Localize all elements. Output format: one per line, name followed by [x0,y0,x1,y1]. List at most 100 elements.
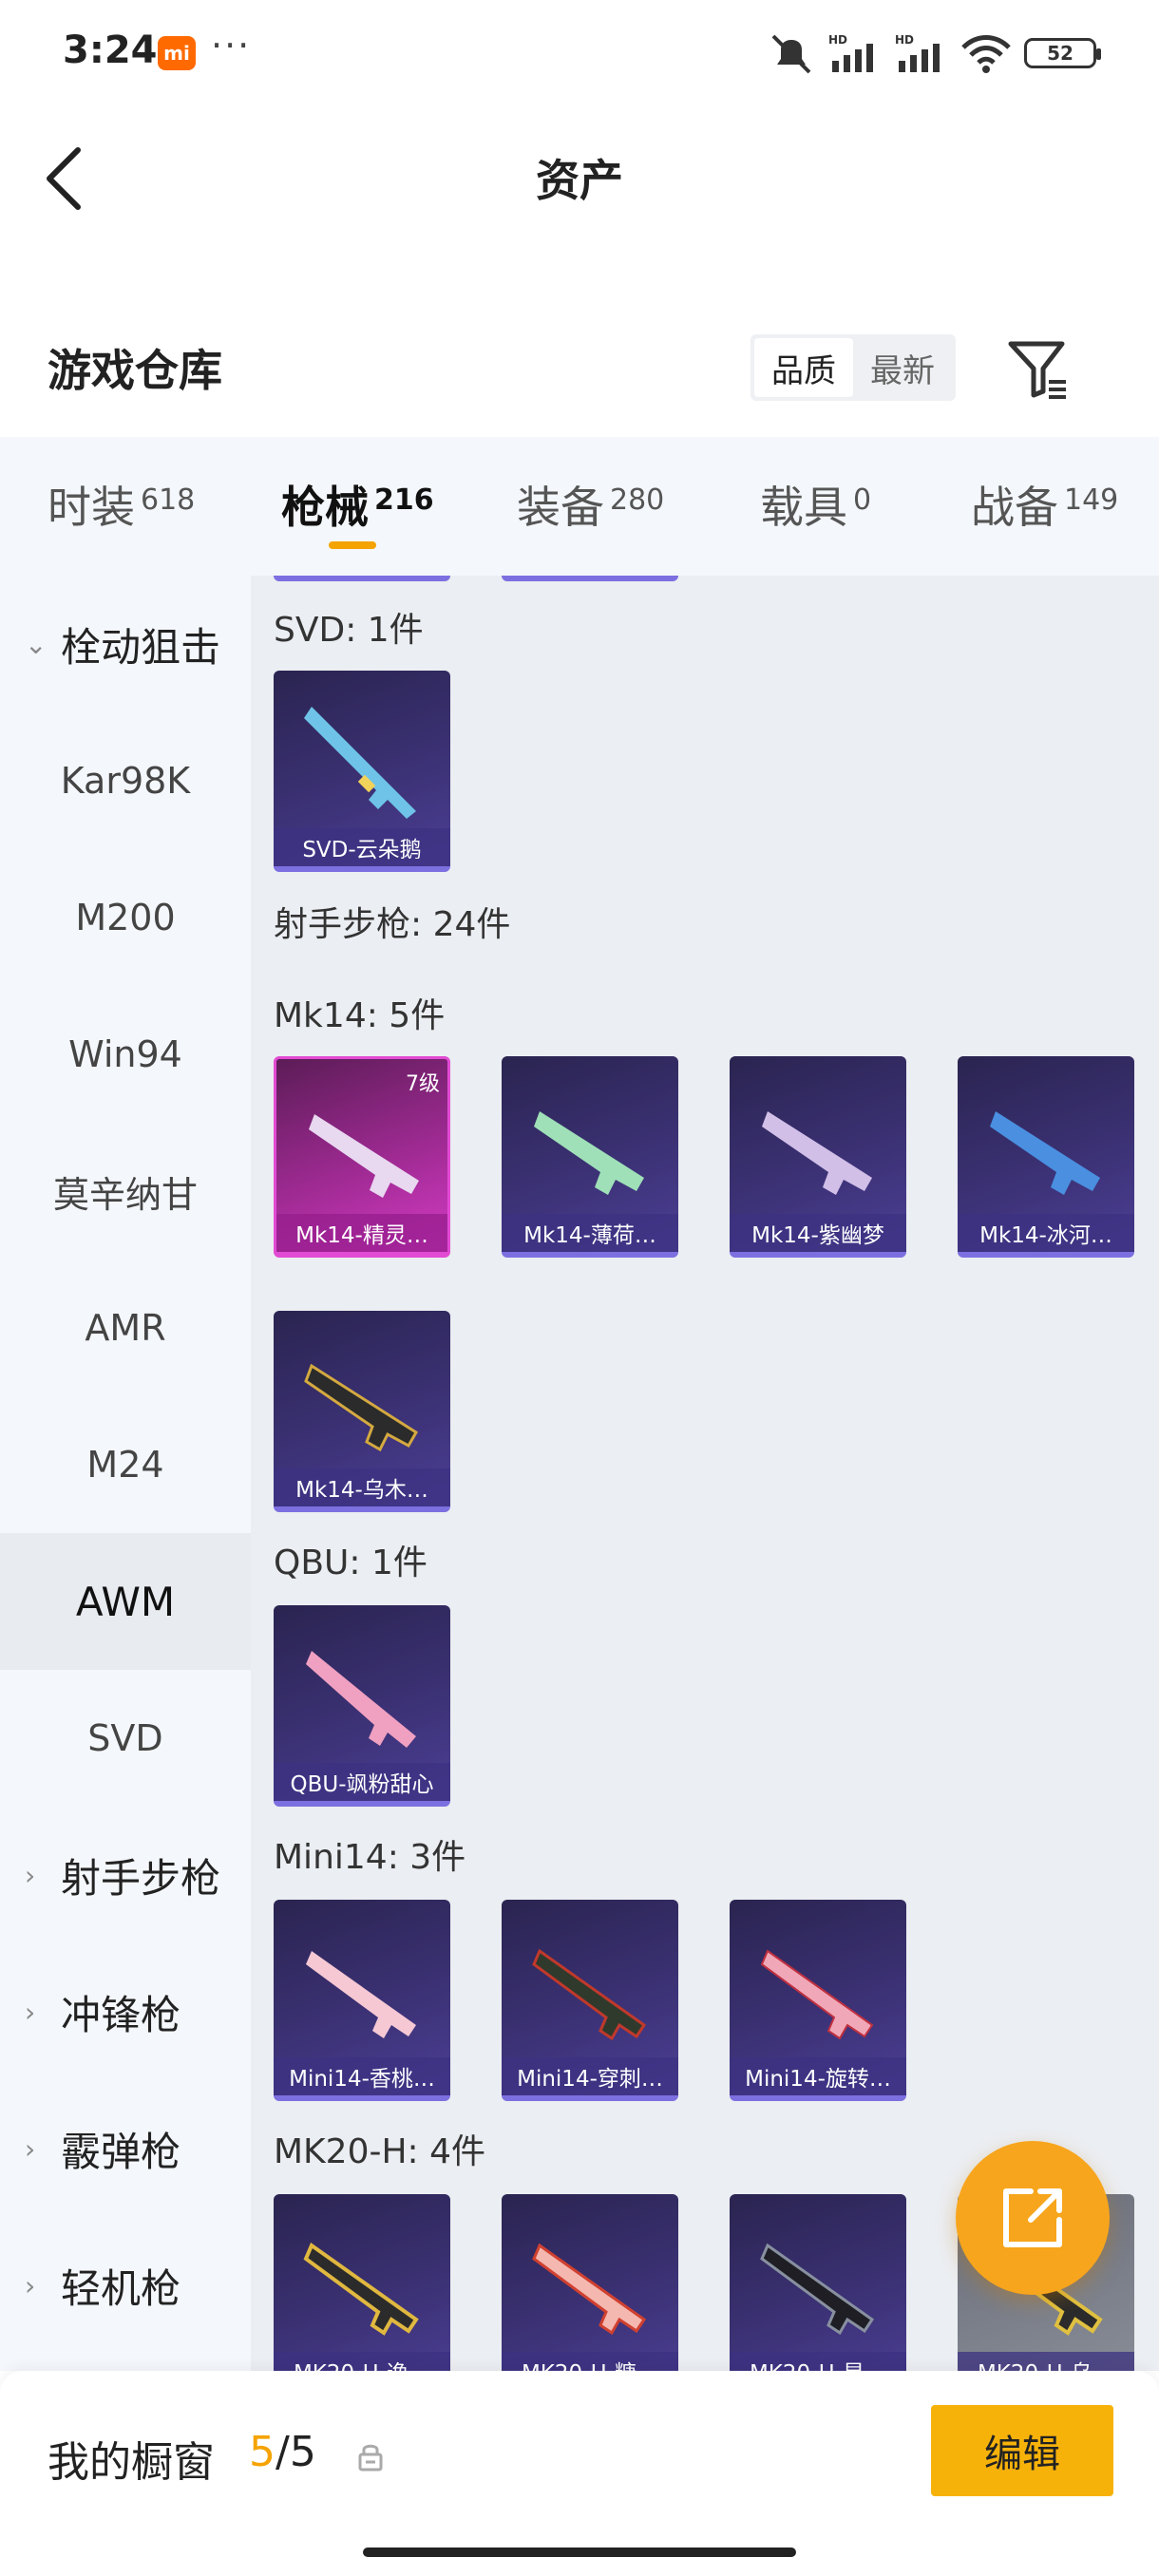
item-card[interactable]: MK20-H-星… [730,2194,906,2371]
category-tabs: 时装 618 枪械 216 装备 280 载具 0 战备 149 [0,437,1159,576]
edit-button[interactable]: 编辑 [931,2405,1113,2496]
share-fab[interactable] [956,2141,1110,2295]
item-card-label: Mini14-穿刺… [502,2057,678,2095]
item-card-label: Mk14-紫幽梦 [730,1214,906,1252]
sidebar-group-shotgun[interactable]: › 霰弹枪 [0,2080,251,2217]
share-icon [1003,2188,1062,2247]
sidebar-group-bolt-action[interactable]: ⌄ 栓动狙击 [0,576,251,712]
warehouse-row: 游戏仓库 品质 最新 [0,313,1159,418]
item-card[interactable]: SVD-云朵鹅 [274,671,450,872]
item-card[interactable]: Mini14-穿刺… [502,1900,678,2101]
sidebar-item-svd[interactable]: SVD [0,1670,251,1807]
page-title: 资产 [536,155,623,206]
svg-text:HD: HD [895,33,914,47]
tab-label: 装备 [517,482,604,533]
chevron-right-icon: › [25,1996,36,2028]
showcase-count-sep: / [276,2428,290,2476]
item-card[interactable]: QBU-飒粉甜心 [274,1605,450,1807]
sidebar-item-label: 栓动狙击 [61,623,221,671]
tab-combat-gear[interactable]: 战备 149 [971,473,1118,536]
tab-fashion[interactable]: 时装 618 [48,473,195,536]
more-notifications-icon: ··· [211,25,252,66]
showcase-count-total: 5 [289,2428,316,2476]
sidebar-item-label: 莫辛纳甘 [52,1173,198,1216]
tab-label: 时装 [48,482,135,533]
mi-app-icon: mi [158,36,196,70]
tab-count: 280 [610,483,665,517]
sort-newest-button[interactable]: 最新 [853,338,952,397]
item-card-label: MK20-H-逸… [274,2352,450,2371]
signal-hd-1-icon: HD [828,33,873,72]
sidebar-item-win94[interactable]: Win94 [0,986,251,1123]
sidebar-item-label: SVD [87,1717,163,1759]
item-card-partial[interactable] [274,576,450,581]
filter-button[interactable] [1007,338,1070,401]
item-card-label: Mk14-薄荷… [502,1214,678,1252]
item-card-partial[interactable] [502,576,678,581]
item-card[interactable]: Mini14-香桃… [274,1900,450,2101]
item-card[interactable]: Mk14-冰河… [958,1056,1134,1258]
item-card[interactable]: Mini14-旋转… [730,1900,906,2101]
active-tab-indicator [329,541,376,549]
sidebar-group-lmg[interactable]: › 轻机枪 [0,2217,251,2354]
sidebar-item-label: M24 [86,1444,164,1486]
rifle-icon [534,1111,644,1195]
filter-icon [1008,341,1066,399]
item-card[interactable]: 7级 Mk14-精灵… [274,1056,450,1258]
item-card-label: MK20-H-乌… [958,2352,1134,2371]
section-label-qbu: QBU: 1件 [274,1544,428,1582]
tab-count: 0 [853,483,872,517]
sidebar-item-kar98k[interactable]: Kar98K [0,712,251,849]
tab-count: 216 [374,483,434,517]
section-label-marksman: 射手步枪: 24件 [274,905,511,944]
item-card[interactable]: Mk14-乌木… [274,1311,450,1512]
sort-quality-button[interactable]: 品质 [754,338,853,397]
tab-count: 149 [1064,483,1119,517]
item-card-label: MK20-H-糖… [502,2352,678,2371]
item-card-label: Mk14-冰河… [958,1214,1134,1252]
tab-equipment[interactable]: 装备 280 [517,473,664,536]
item-card-label: Mk14-精灵… [276,1214,447,1252]
tab-label: 载具 [760,482,847,533]
status-time: 3:24 [63,28,158,72]
header: 资产 [0,104,1159,247]
item-card-label: QBU-飒粉甜心 [274,1763,450,1801]
item-card[interactable]: Mk14-紫幽梦 [730,1056,906,1258]
sidebar-item-m24[interactable]: M24 [0,1396,251,1533]
item-card-label: Mk14-乌木… [274,1468,450,1506]
item-card[interactable]: MK20-H-糖… [502,2194,678,2371]
section-label-svd: SVD: 1件 [274,611,424,650]
item-card-label: SVD-云朵鹅 [274,828,450,866]
rifle-icon [762,1111,872,1195]
chevron-right-icon: › [25,2132,36,2165]
sidebar-item-mosin[interactable]: 莫辛纳甘 [0,1123,251,1260]
rifle-icon [309,1114,419,1198]
rifle-icon [532,1948,647,2041]
sidebar-item-label: 霰弹枪 [61,2128,181,2175]
showcase-bar: 我的橱窗 5/5 编辑 [0,2371,1159,2576]
svg-text:HD: HD [828,33,847,47]
tab-firearms[interactable]: 枪械 216 [281,473,434,536]
sidebar-item-label: AMR [85,1307,166,1349]
mute-icon [771,34,811,74]
item-card[interactable]: MK20-H-逸… [274,2194,450,2371]
sidebar-item-label: 轻机枪 [61,2264,181,2312]
wifi-icon [961,35,1011,73]
item-card-label: Mini14-香桃… [274,2057,450,2095]
sidebar-item-m200[interactable]: M200 [0,849,251,986]
sidebar-group-smg[interactable]: › 冲锋枪 [0,1943,251,2080]
chevron-right-icon: › [25,1859,36,1891]
signal-hd-2-icon: HD [895,33,940,72]
rifle-icon [303,2242,419,2336]
rifle-icon [532,2243,647,2336]
section-label-mk20: MK20-H: 4件 [274,2132,486,2171]
tab-vehicles[interactable]: 载具 0 [760,473,871,536]
sidebar-item-amr[interactable]: AMR [0,1260,251,1396]
home-indicator[interactable] [363,2548,796,2557]
tab-label: 枪械 [281,482,369,533]
rifle-icon [760,1949,874,2040]
sort-toggle: 品质 最新 [750,334,956,401]
sidebar-item-awm[interactable]: AWM [0,1533,251,1670]
sidebar-group-marksman[interactable]: › 射手步枪 [0,1807,251,1943]
item-card[interactable]: Mk14-薄荷… [502,1056,678,1258]
